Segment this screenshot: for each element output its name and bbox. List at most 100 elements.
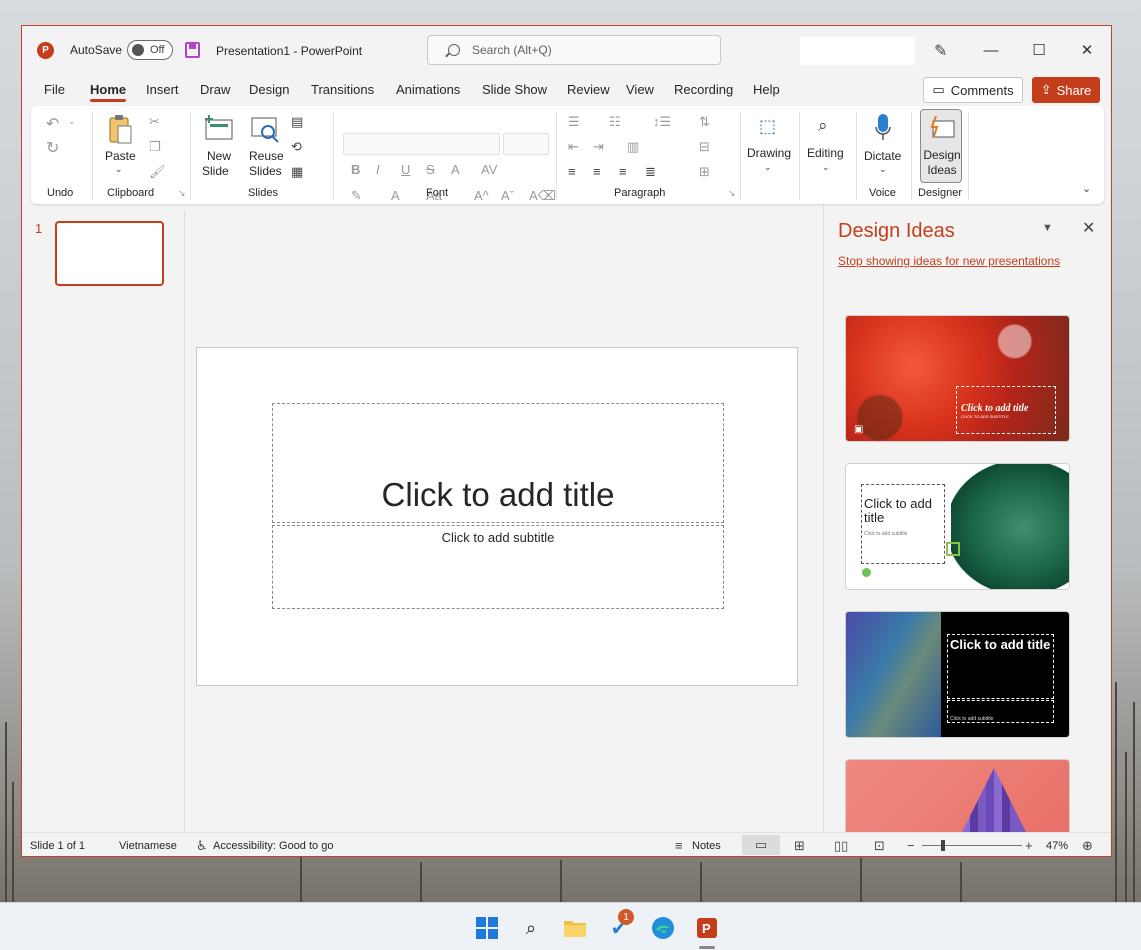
- zoom-out-icon[interactable]: −: [907, 838, 915, 853]
- align-center-icon[interactable]: ≡: [593, 164, 601, 179]
- reading-view-icon[interactable]: ▯▯: [834, 838, 848, 854]
- copy-icon[interactable]: ❐: [149, 139, 161, 155]
- share-button[interactable]: ⇪ Share: [1032, 77, 1100, 103]
- tab-insert[interactable]: Insert: [146, 82, 179, 97]
- align-left-icon[interactable]: ≡: [568, 164, 576, 179]
- maximize-icon[interactable]: ☐: [1024, 38, 1054, 62]
- minimize-icon[interactable]: —: [976, 38, 1006, 62]
- text-direction-icon[interactable]: ⇅: [699, 114, 710, 130]
- italic-icon[interactable]: I: [376, 162, 380, 177]
- dialog-launcher-icon[interactable]: ↘: [728, 188, 736, 199]
- underline-icon[interactable]: U: [401, 162, 410, 177]
- tab-review[interactable]: Review: [567, 82, 610, 97]
- tab-file[interactable]: File: [44, 82, 65, 97]
- tab-transitions[interactable]: Transitions: [311, 82, 374, 97]
- font-size-select[interactable]: [503, 133, 549, 155]
- design-idea-card[interactable]: Click to add title Click to add subtitle: [845, 463, 1070, 590]
- zoom-in-icon[interactable]: +: [1025, 838, 1033, 853]
- bold-icon[interactable]: B: [351, 162, 360, 177]
- numbering-icon[interactable]: ☷: [609, 114, 621, 130]
- character-spacing-icon[interactable]: AV: [481, 162, 497, 177]
- tab-slide-show[interactable]: Slide Show: [482, 82, 547, 97]
- microphone-icon[interactable]: [875, 113, 891, 143]
- highlight-icon[interactable]: ✎: [351, 188, 362, 204]
- paste-icon[interactable]: [107, 114, 133, 146]
- tab-help[interactable]: Help: [753, 82, 780, 97]
- new-slide-label-1[interactable]: New: [207, 149, 231, 164]
- close-icon[interactable]: ✕: [1072, 38, 1102, 62]
- cut-icon[interactable]: ✂: [149, 114, 160, 130]
- columns-icon[interactable]: ▥: [627, 139, 639, 155]
- fit-to-window-icon[interactable]: ⊕: [1082, 838, 1093, 854]
- font-color-icon[interactable]: A: [391, 188, 400, 203]
- reuse-slides-icon[interactable]: [250, 114, 280, 144]
- editing-label[interactable]: Editing: [807, 146, 844, 161]
- dictate-label[interactable]: Dictate: [864, 149, 901, 164]
- search-icon[interactable]: ⌕: [518, 915, 544, 941]
- save-icon[interactable]: [185, 42, 200, 58]
- section-icon[interactable]: ▦: [291, 164, 303, 180]
- comments-button[interactable]: ▭ Comments: [923, 77, 1023, 103]
- format-painter-icon[interactable]: 🖌: [149, 164, 166, 180]
- chevron-down-icon[interactable]: ⌄: [68, 116, 76, 127]
- zoom-level[interactable]: 47%: [1046, 840, 1068, 852]
- chevron-down-icon[interactable]: ⌄: [879, 164, 887, 175]
- tab-design[interactable]: Design: [249, 82, 289, 97]
- chevron-down-icon[interactable]: ⌄: [822, 162, 830, 173]
- reuse-slides-label-2[interactable]: Slides: [249, 164, 282, 179]
- powerpoint-icon[interactable]: P: [694, 915, 720, 941]
- reuse-slides-label-1[interactable]: Reuse: [249, 149, 284, 164]
- tab-recording[interactable]: Recording: [674, 82, 733, 97]
- align-text-icon[interactable]: ⊟: [699, 139, 710, 155]
- dialog-launcher-icon[interactable]: ↘: [543, 188, 551, 199]
- chevron-down-icon[interactable]: ⌄: [115, 164, 123, 175]
- chevron-down-icon[interactable]: ▼: [1042, 222, 1053, 234]
- slide-count[interactable]: Slide 1 of 1: [30, 840, 85, 852]
- increase-indent-icon[interactable]: ⇥: [593, 139, 604, 155]
- bullets-icon[interactable]: ☰: [568, 114, 580, 130]
- pen-icon[interactable]: ✎: [934, 41, 947, 61]
- new-slide-icon[interactable]: [204, 114, 234, 142]
- slide-thumbnail[interactable]: [55, 221, 164, 286]
- accessibility-status[interactable]: Accessibility: Good to go: [213, 840, 333, 852]
- notes-button[interactable]: Notes: [692, 840, 721, 852]
- design-ideas-button[interactable]: Design Ideas: [920, 109, 962, 183]
- undo-icon[interactable]: ↶: [46, 114, 59, 134]
- strikethrough-icon[interactable]: S: [426, 162, 435, 177]
- decrease-indent-icon[interactable]: ⇤: [568, 139, 579, 155]
- subtitle-placeholder[interactable]: Click to add subtitle: [272, 525, 724, 609]
- file-explorer-icon[interactable]: [562, 915, 588, 941]
- zoom-slider-thumb[interactable]: [941, 840, 945, 851]
- font-family-select[interactable]: [343, 133, 500, 155]
- line-spacing-icon[interactable]: ↕☰: [653, 114, 671, 130]
- tab-draw[interactable]: Draw: [200, 82, 230, 97]
- close-icon[interactable]: ✕: [1082, 218, 1095, 238]
- windows-start-icon[interactable]: [474, 915, 500, 941]
- grow-font-icon[interactable]: A^: [474, 188, 489, 203]
- layout-icon[interactable]: ▤: [291, 114, 303, 130]
- design-idea-card[interactable]: Click to add title CLICK TO ADD SUBTITLE…: [845, 315, 1070, 442]
- accessibility-icon[interactable]: ♿: [196, 838, 208, 854]
- tab-animations[interactable]: Animations: [396, 82, 460, 97]
- language-indicator[interactable]: Vietnamese: [119, 840, 177, 852]
- drawing-icon[interactable]: ⬚: [759, 116, 776, 137]
- slide-sorter-icon[interactable]: ⊞: [794, 838, 805, 854]
- zoom-slider[interactable]: [922, 840, 1022, 851]
- tab-home[interactable]: Home: [90, 82, 127, 102]
- smartart-icon[interactable]: ⊞: [699, 164, 710, 180]
- redo-icon[interactable]: ↻: [46, 138, 59, 158]
- notes-icon[interactable]: ≡: [675, 838, 683, 853]
- edge-icon[interactable]: [650, 915, 676, 941]
- drawing-label[interactable]: Drawing: [747, 146, 791, 161]
- shrink-font-icon[interactable]: Aˇ: [501, 188, 514, 203]
- reset-icon[interactable]: ⟲: [291, 139, 302, 155]
- paste-label[interactable]: Paste: [105, 149, 136, 164]
- slideshow-icon[interactable]: ⊡: [874, 838, 885, 854]
- dialog-launcher-icon[interactable]: ↘: [178, 188, 186, 199]
- normal-view-icon[interactable]: ▭: [742, 835, 780, 855]
- search-input[interactable]: Search (Alt+Q): [427, 35, 721, 65]
- title-placeholder[interactable]: Click to add title: [272, 403, 724, 523]
- align-right-icon[interactable]: ≡: [619, 164, 627, 179]
- shadow-icon[interactable]: A: [451, 162, 460, 177]
- collapse-ribbon-icon[interactable]: ⌄: [1082, 182, 1091, 195]
